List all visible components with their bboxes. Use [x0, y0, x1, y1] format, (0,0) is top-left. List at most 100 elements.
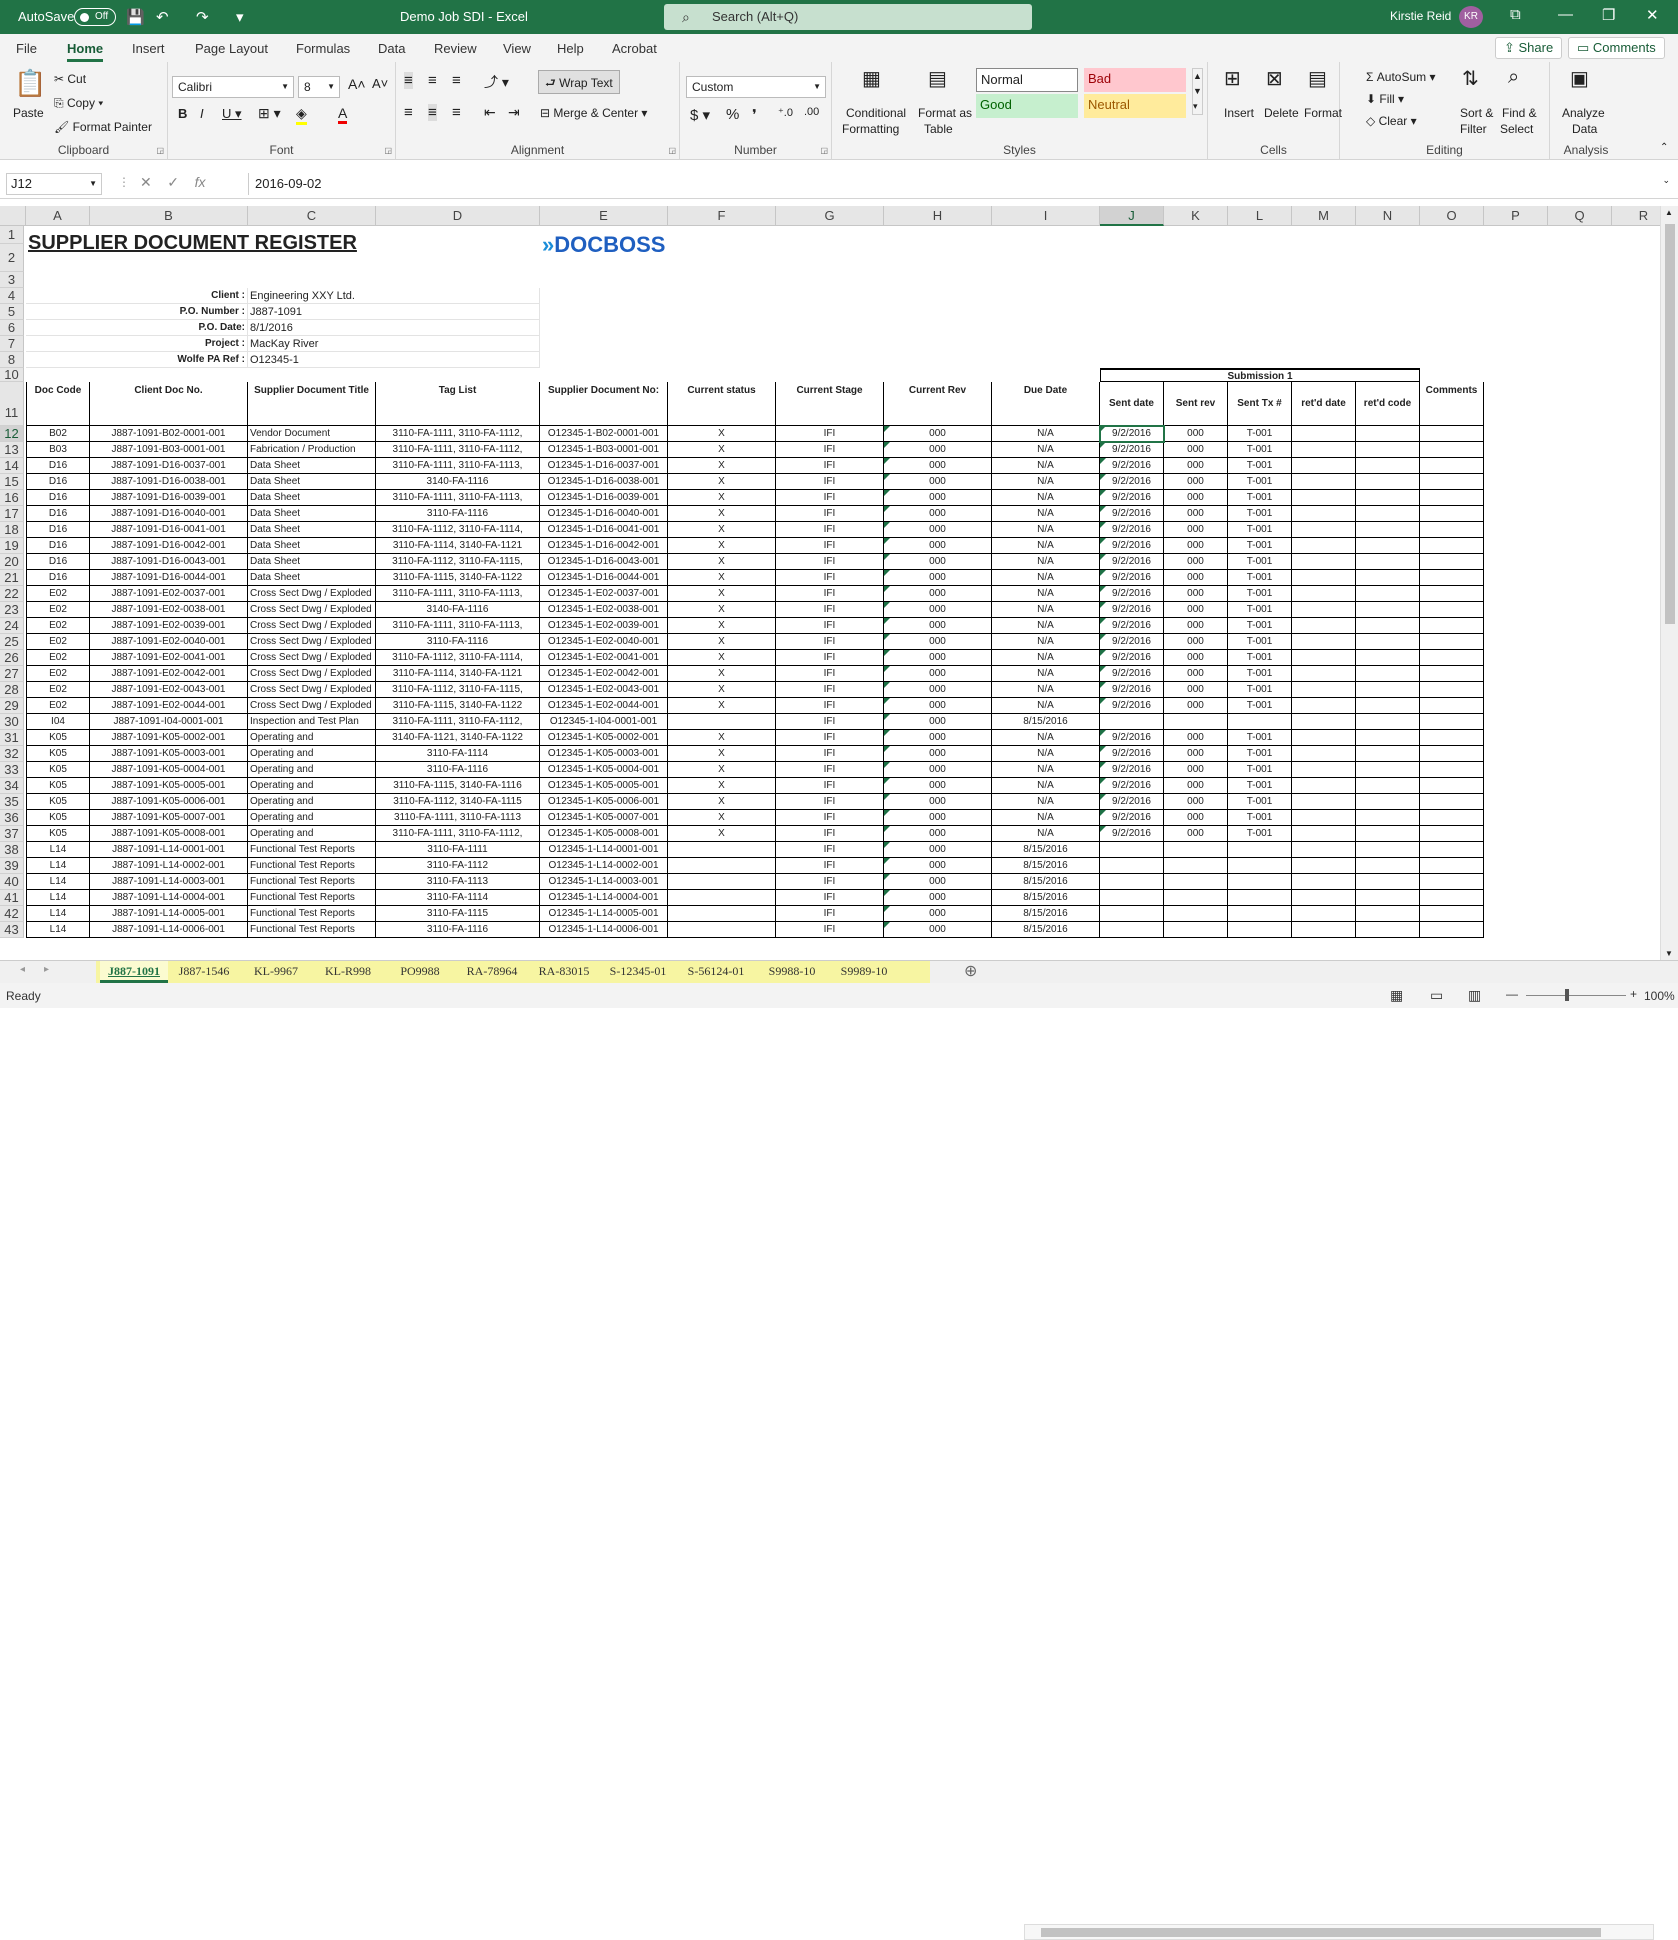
cell[interactable]: N/A: [992, 538, 1100, 554]
cell[interactable]: 000: [884, 570, 992, 586]
row-header[interactable]: 41: [0, 890, 24, 906]
column-header[interactable]: J: [1100, 206, 1164, 226]
empty-cell[interactable]: [1292, 730, 1356, 746]
empty-cell[interactable]: [1420, 522, 1484, 538]
next-sheet-icon[interactable]: ▸: [44, 964, 49, 975]
copy-button[interactable]: ⎘ Copy ▾: [54, 96, 103, 111]
cell[interactable]: D16: [26, 538, 90, 554]
cell[interactable]: [1100, 842, 1164, 858]
cell[interactable]: T-001: [1228, 794, 1292, 810]
cell[interactable]: 000: [884, 858, 992, 874]
cell[interactable]: O12345-1-L14-0006-001: [540, 922, 668, 938]
find-icon[interactable]: ⌕: [1508, 66, 1519, 89]
cell[interactable]: T-001: [1228, 650, 1292, 666]
cell[interactable]: Cross Sect Dwg / Exploded: [248, 698, 376, 714]
cell[interactable]: Data Sheet: [248, 506, 376, 522]
cell[interactable]: 3110-FA-1111, 3110-FA-1113: [376, 810, 540, 826]
column-header[interactable]: N: [1356, 206, 1420, 226]
sort-filter-icon[interactable]: ⇅: [1462, 66, 1479, 91]
empty-cell[interactable]: [1292, 650, 1356, 666]
avatar[interactable]: KR: [1459, 6, 1483, 28]
cell[interactable]: N/A: [992, 474, 1100, 490]
cell[interactable]: 3110-FA-1112: [376, 858, 540, 874]
row-header[interactable]: 22: [0, 586, 24, 602]
cell[interactable]: X: [668, 778, 776, 794]
empty-cell[interactable]: [1420, 906, 1484, 922]
empty-cell[interactable]: [1292, 922, 1356, 938]
increase-decimal-icon[interactable]: ⁺.0: [778, 106, 793, 119]
cell[interactable]: T-001: [1228, 826, 1292, 842]
cell[interactable]: 000: [1164, 762, 1228, 778]
cell[interactable]: [668, 842, 776, 858]
cell[interactable]: 9/2/2016: [1100, 698, 1164, 714]
sheet-tab[interactable]: PO9988: [384, 961, 456, 983]
row-header[interactable]: 32: [0, 746, 24, 762]
cell[interactable]: Submission 1: [1100, 368, 1420, 382]
share-button[interactable]: ⇪ Share: [1495, 37, 1563, 59]
decrease-decimal-icon[interactable]: .00: [804, 106, 819, 118]
cell[interactable]: Fabrication / Production: [248, 442, 376, 458]
orientation-icon[interactable]: ⤴ ▾: [484, 72, 509, 92]
empty-cell[interactable]: [1420, 506, 1484, 522]
cell[interactable]: 9/2/2016: [1100, 762, 1164, 778]
borders-icon[interactable]: ⊞ ▾: [258, 105, 281, 122]
cell[interactable]: IFI: [776, 650, 884, 666]
cell[interactable]: N/A: [992, 426, 1100, 442]
insert-cells-icon[interactable]: ⊞: [1224, 66, 1241, 91]
underline-icon[interactable]: U ▾: [222, 106, 242, 122]
align-right-icon[interactable]: ≡: [452, 104, 461, 121]
cell[interactable]: T-001: [1228, 458, 1292, 474]
styles-more-icon[interactable]: ▲ ▼ ▾: [1192, 68, 1203, 115]
cell[interactable]: L14: [26, 874, 90, 890]
empty-cell[interactable]: [1420, 682, 1484, 698]
cell[interactable]: T-001: [1228, 730, 1292, 746]
cell[interactable]: Data Sheet: [248, 570, 376, 586]
zoom-in-icon[interactable]: +: [1630, 987, 1637, 1001]
insert-button[interactable]: Insert: [1224, 106, 1254, 120]
cell[interactable]: J887-1091-D16-0038-001: [90, 474, 248, 490]
empty-cell[interactable]: [1420, 858, 1484, 874]
cell[interactable]: 000: [1164, 442, 1228, 458]
cell[interactable]: 3110-FA-1112, 3110-FA-1115,: [376, 682, 540, 698]
tab-data[interactable]: Data: [378, 41, 405, 56]
bold-icon[interactable]: B: [178, 106, 187, 121]
cell[interactable]: Current Stage: [776, 382, 884, 426]
empty-cell[interactable]: [1356, 698, 1420, 714]
empty-cell[interactable]: [1292, 890, 1356, 906]
empty-cell[interactable]: [1420, 458, 1484, 474]
cell[interactable]: X: [668, 538, 776, 554]
row-header[interactable]: 42: [0, 906, 24, 922]
row-header[interactable]: 25: [0, 634, 24, 650]
cell[interactable]: I04: [26, 714, 90, 730]
cell[interactable]: 000: [1164, 666, 1228, 682]
column-header[interactable]: Q: [1548, 206, 1612, 226]
cell[interactable]: O12345-1-K05-0002-001: [540, 730, 668, 746]
empty-cell[interactable]: [1292, 426, 1356, 442]
cell[interactable]: 3110-FA-1111, 3110-FA-1112,: [376, 826, 540, 842]
cell[interactable]: IFI: [776, 618, 884, 634]
cell[interactable]: 000: [884, 730, 992, 746]
cell[interactable]: 000: [884, 586, 992, 602]
vertical-scrollbar[interactable]: ▲ ▼: [1660, 206, 1678, 960]
cell[interactable]: 000: [1164, 682, 1228, 698]
autosave-toggle[interactable]: Off: [74, 8, 116, 26]
scroll-up-icon[interactable]: ▲: [1665, 208, 1673, 217]
cell[interactable]: Due Date: [992, 382, 1100, 426]
column-header[interactable]: B: [90, 206, 248, 226]
empty-cell[interactable]: [1420, 474, 1484, 490]
cell[interactable]: IFI: [776, 842, 884, 858]
tab-page-layout[interactable]: Page Layout: [195, 41, 268, 56]
cell[interactable]: 000: [1164, 618, 1228, 634]
cell[interactable]: Current Rev: [884, 382, 992, 426]
cell[interactable]: J887-1091-D16-0041-001: [90, 522, 248, 538]
cell[interactable]: 000: [884, 634, 992, 650]
currency-icon[interactable]: $ ▾: [690, 106, 710, 124]
cell[interactable]: Operating and: [248, 746, 376, 762]
tab-formulas[interactable]: Formulas: [296, 41, 350, 56]
worksheet-grid[interactable]: ABCDEFGHIJKLMNOPQR 1 2 3 4 5 6 7 8 10 11 12 13 14 15 1…: [0, 206, 1660, 960]
cell[interactable]: 3110-FA-1111, 3110-FA-1112,: [376, 426, 540, 442]
cell[interactable]: Vendor Document: [248, 426, 376, 442]
cell[interactable]: N/A: [992, 458, 1100, 474]
cell[interactable]: 000: [1164, 634, 1228, 650]
cell[interactable]: L14: [26, 922, 90, 938]
